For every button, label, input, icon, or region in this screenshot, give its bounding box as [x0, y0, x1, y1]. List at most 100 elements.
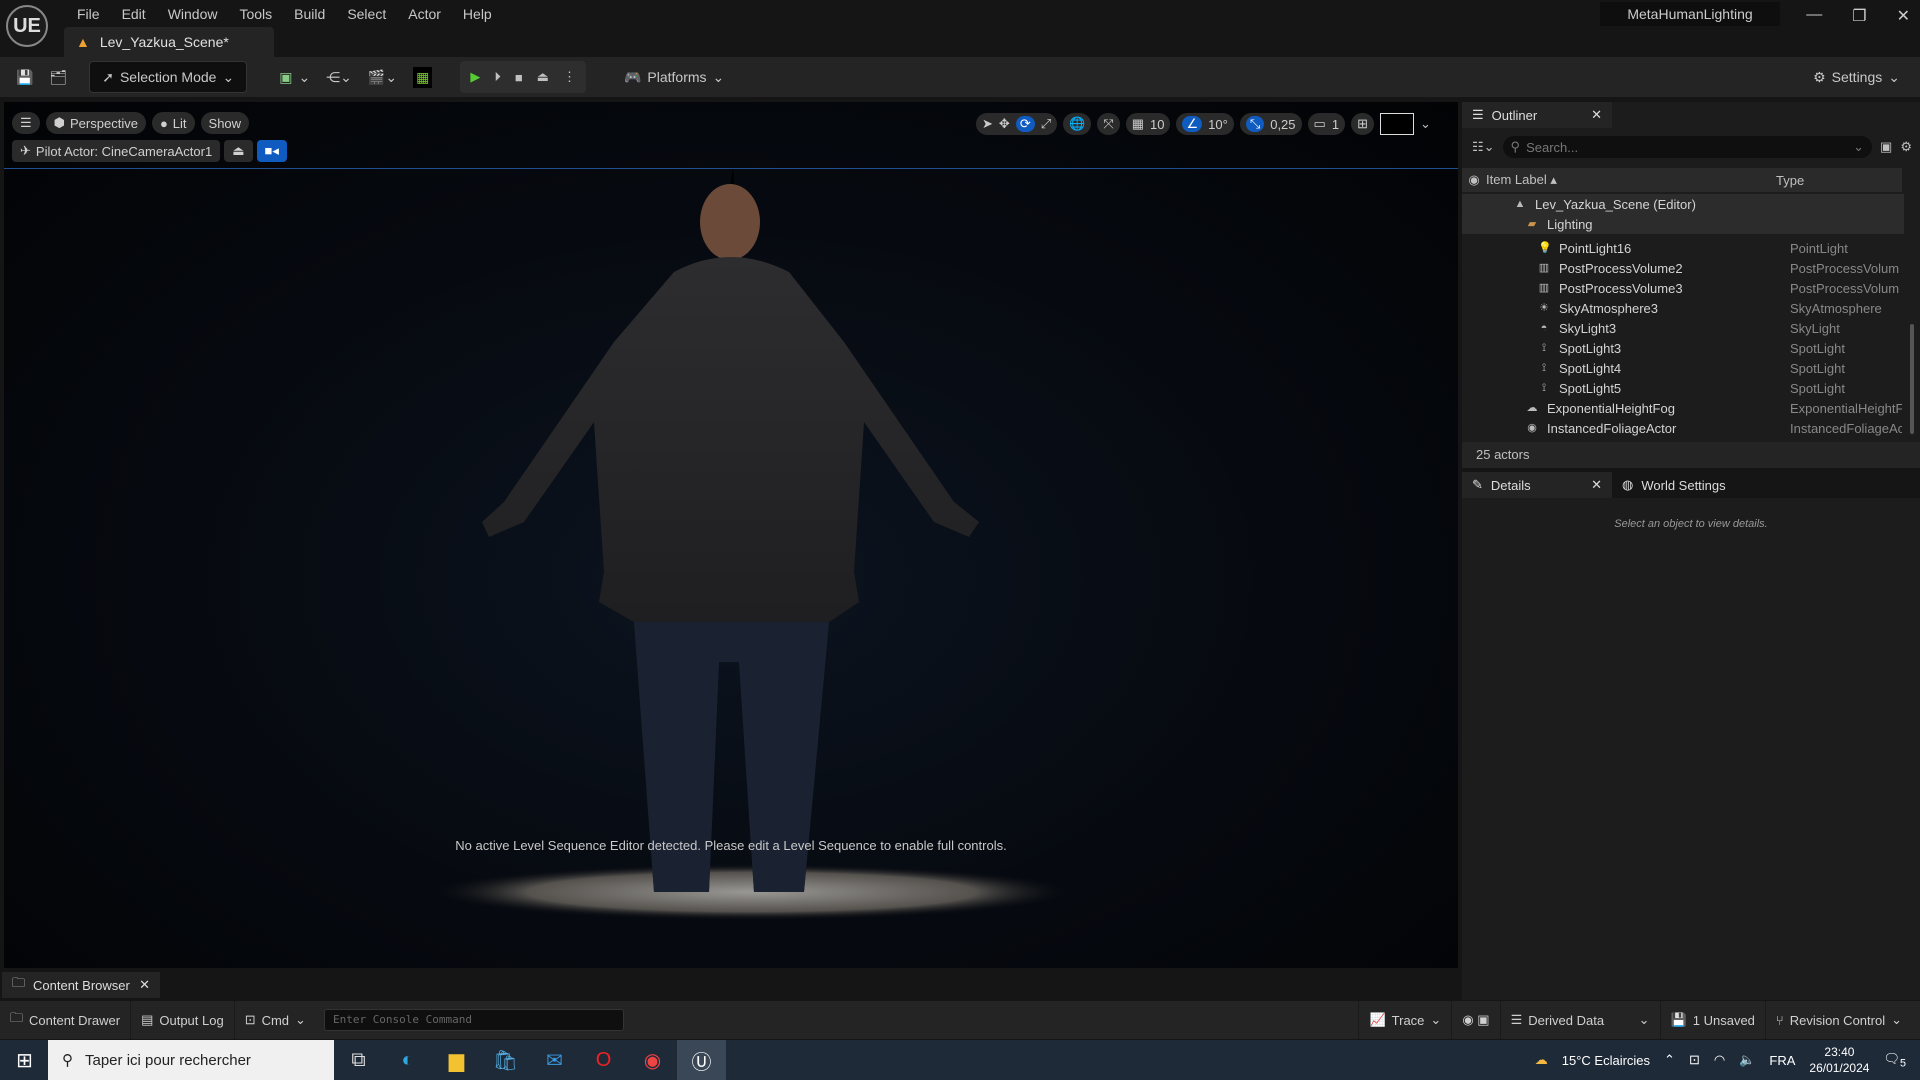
mode-icon[interactable]: ▦: [405, 61, 440, 93]
col-type[interactable]: Type: [1776, 173, 1804, 188]
more-icon[interactable]: ⋮: [563, 69, 576, 85]
perspective-button[interactable]: ⬢ Perspective: [45, 112, 146, 134]
close-icon[interactable]: ✕: [1591, 107, 1602, 123]
outliner-row[interactable]: ⟟ SpotLight4 SpotLight: [1462, 358, 1904, 378]
viewport-layout-icon[interactable]: [1379, 113, 1414, 135]
close-icon[interactable]: ✕: [1897, 6, 1910, 26]
menu-file[interactable]: File: [66, 2, 111, 26]
settings-button[interactable]: ⚙ Settings ⌄: [1805, 61, 1908, 93]
opera-icon[interactable]: O: [579, 1040, 628, 1080]
notifications-icon[interactable]: 🗨5: [1883, 1051, 1906, 1070]
taskbar-search[interactable]: ⚲ Taper ici pour rechercher: [48, 1040, 334, 1080]
layout-icon[interactable]: ⊞: [1351, 113, 1374, 135]
viewport-menu-icon[interactable]: ☰: [12, 112, 40, 134]
outliner-row[interactable]: ◓ SkyLight3 SkyLight: [1462, 318, 1904, 338]
save-icon[interactable]: 💾: [8, 61, 41, 93]
pilot-actor[interactable]: ✈ Pilot Actor: CineCameraActor1: [12, 140, 221, 162]
cinematics-icon[interactable]: 🎬⌄: [360, 61, 405, 93]
console-input[interactable]: Enter Console Command: [323, 1009, 624, 1031]
lit-button[interactable]: ● Lit: [151, 112, 195, 134]
volume-icon[interactable]: 🔈: [1739, 1052, 1755, 1068]
rotation-snap[interactable]: ∠ 10°: [1176, 113, 1234, 135]
close-icon[interactable]: ✕: [1591, 477, 1602, 493]
outliner-row[interactable]: ⟟ SpotLight3 SpotLight: [1462, 338, 1904, 358]
outliner-row[interactable]: ▰ Lighting: [1462, 214, 1904, 234]
translate-icon[interactable]: ✥: [999, 116, 1010, 132]
menu-select[interactable]: Select: [336, 2, 397, 26]
show-button[interactable]: Show: [200, 112, 250, 134]
trace-button[interactable]: 📈 Trace ⌄: [1358, 1001, 1453, 1039]
play-icon[interactable]: ▶: [470, 69, 480, 85]
weather-text[interactable]: 15°C Eclaircies: [1562, 1053, 1650, 1068]
filter-icon[interactable]: ☷⌄: [1472, 139, 1495, 155]
selection-mode-button[interactable]: ➚ Selection Mode ⌄: [89, 61, 248, 93]
gear-icon[interactable]: ⚙: [1900, 139, 1912, 155]
world-settings-tab[interactable]: ◍ World Settings: [1612, 472, 1736, 498]
outliner-row[interactable]: ⟟ SpotLight5 SpotLight: [1462, 378, 1904, 398]
wifi-icon[interactable]: ◠: [1714, 1052, 1725, 1068]
add-folder-icon[interactable]: ▣: [1880, 139, 1892, 155]
file-explorer-icon[interactable]: ▆: [432, 1040, 481, 1080]
level-tab[interactable]: ▲ Lev_Yazkua_Scene*: [64, 27, 274, 57]
menu-help[interactable]: Help: [452, 2, 503, 26]
menu-window[interactable]: Window: [157, 2, 229, 26]
mail-icon[interactable]: ✉: [530, 1040, 579, 1080]
language-indicator[interactable]: FRA: [1769, 1053, 1795, 1068]
outliner-search-input[interactable]: ⚲ Search... ⌄: [1502, 136, 1873, 158]
content-browser-tab[interactable]: 🗀 Content Browser ✕: [2, 972, 160, 998]
cmd-button[interactable]: ⊡ Cmd ⌄: [235, 1001, 316, 1039]
content-drawer-button[interactable]: 🗀 Content Drawer: [0, 1001, 132, 1039]
derived-data-button[interactable]: ☰ Derived Data ⌄: [1501, 1001, 1661, 1039]
stop-icon[interactable]: ■: [515, 70, 523, 85]
grid-snap[interactable]: ▦ 10: [1125, 113, 1171, 135]
platforms-button[interactable]: 🎮 Platforms ⌄: [616, 61, 732, 93]
meet-icon[interactable]: ⊡: [1689, 1052, 1700, 1068]
outliner-row[interactable]: ☁ ExponentialHeightFog ExponentialHeightF: [1462, 398, 1904, 418]
browse-icon[interactable]: 🗂: [41, 61, 75, 93]
unreal-taskbar-icon[interactable]: Ⓤ: [677, 1040, 726, 1080]
eject-icon[interactable]: ⏏: [537, 69, 549, 85]
chrome-icon[interactable]: ◉: [628, 1040, 677, 1080]
col-item-label[interactable]: Item Label ▴: [1486, 172, 1776, 188]
outliner-row[interactable]: 💡 PointLight16 PointLight: [1462, 238, 1904, 258]
minimize-icon[interactable]: —: [1806, 6, 1822, 26]
menu-actor[interactable]: Actor: [397, 2, 452, 26]
scale-icon[interactable]: ⤢: [1041, 116, 1051, 132]
outliner-row[interactable]: ▥ PostProcessVolume2 PostProcessVolum: [1462, 258, 1904, 278]
outliner-row[interactable]: ▲ Lev_Yazkua_Scene (Editor): [1462, 194, 1904, 214]
surface-snap-icon[interactable]: ⤧: [1097, 113, 1120, 135]
close-icon[interactable]: ✕: [139, 977, 150, 993]
add-actor-icon[interactable]: ▣ ⌄: [271, 61, 318, 93]
menu-tools[interactable]: Tools: [228, 2, 283, 26]
world-local-icon[interactable]: 🌐: [1063, 113, 1092, 135]
unsaved-button[interactable]: 💾 1 Unsaved: [1661, 1001, 1766, 1039]
rotate-icon[interactable]: ⟳: [1015, 116, 1035, 132]
chevron-down-icon[interactable]: ⌄: [1420, 116, 1431, 132]
blueprint-icon[interactable]: ⋲⌄: [318, 61, 360, 93]
outliner-tab[interactable]: ☰ Outliner ✕: [1462, 102, 1612, 128]
insights-icons[interactable]: ◉ ▣: [1452, 1001, 1501, 1039]
outliner-scrollbar[interactable]: [1910, 324, 1914, 434]
task-view-icon[interactable]: ⧉: [334, 1040, 383, 1080]
edge-icon[interactable]: ◐: [383, 1040, 432, 1080]
visibility-icon[interactable]: ◉: [1462, 172, 1486, 188]
clock[interactable]: 23:40 26/01/2024: [1809, 1044, 1869, 1076]
windows-start-icon[interactable]: ⊞: [0, 1040, 49, 1080]
step-icon[interactable]: ⏵: [494, 69, 501, 85]
revision-control-button[interactable]: ⑂ Revision Control ⌄: [1766, 1001, 1912, 1039]
camera-icon[interactable]: ■◂: [256, 140, 287, 162]
menu-edit[interactable]: Edit: [111, 2, 157, 26]
select-icon[interactable]: ➤: [982, 116, 993, 132]
outliner-row[interactable]: ▥ PostProcessVolume3 PostProcessVolum: [1462, 278, 1904, 298]
details-tab[interactable]: ✎ Details ✕: [1462, 472, 1612, 498]
unreal-logo[interactable]: UE: [6, 5, 48, 47]
output-log-button[interactable]: ▤ Output Log: [131, 1001, 235, 1039]
camera-speed[interactable]: ▭ 1: [1307, 113, 1346, 135]
store-icon[interactable]: 🛍: [481, 1040, 530, 1080]
restore-icon[interactable]: ❐: [1852, 6, 1866, 26]
chevron-up-icon[interactable]: ⌃: [1664, 1052, 1675, 1068]
eject-pilot-icon[interactable]: ⏏: [224, 140, 253, 162]
menu-build[interactable]: Build: [283, 2, 336, 26]
outliner-row[interactable]: ◉ InstancedFoliageActor InstancedFoliageAc: [1462, 418, 1904, 438]
scale-snap[interactable]: ⤡ 0,25: [1239, 113, 1302, 135]
